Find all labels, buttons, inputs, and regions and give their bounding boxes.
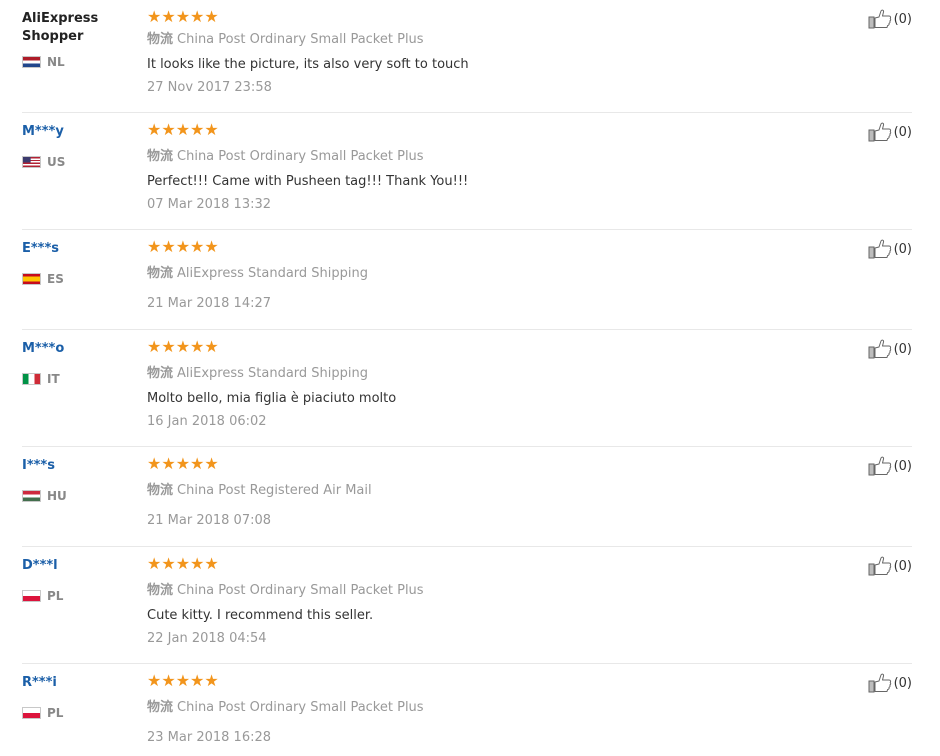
review-text: Molto bello, mia figlia è piaciuto molto bbox=[147, 391, 397, 406]
star-rating: ★★★★★ bbox=[147, 454, 219, 473]
star-rating: ★★★★★ bbox=[147, 237, 219, 256]
helpful-button[interactable]: (0) bbox=[868, 456, 912, 476]
shipping-label: 物流 bbox=[147, 32, 174, 47]
review-text: Cute kitty. I recommend this seller. bbox=[147, 608, 374, 623]
review-item: R***i PL ★★★★★ 物流 China Post Ordinary Small … bbox=[22, 664, 912, 756]
country-flag-icon bbox=[22, 273, 41, 285]
reviewer-country: HU bbox=[22, 489, 67, 503]
country-code: US bbox=[47, 155, 66, 169]
helpful-count: (0) bbox=[893, 241, 912, 257]
helpful-button[interactable]: (0) bbox=[868, 339, 912, 359]
country-flag-icon bbox=[22, 56, 41, 68]
country-code: HU bbox=[47, 489, 67, 503]
reviewer-country: ES bbox=[22, 272, 64, 286]
helpful-button[interactable]: (0) bbox=[868, 673, 912, 693]
shipping-label: 物流 bbox=[147, 583, 174, 598]
shipping-method: 物流 China Post Ordinary Small Packet Plus bbox=[147, 148, 424, 166]
review-date: 23 Mar 2018 16:28 bbox=[147, 730, 272, 745]
shipping-name: China Post Ordinary Small Packet Plus bbox=[177, 700, 424, 715]
thumbs-up-icon[interactable] bbox=[868, 239, 892, 259]
shipping-method: 物流 AliExpress Standard Shipping bbox=[147, 265, 368, 283]
thumbs-up-icon[interactable] bbox=[868, 339, 892, 359]
helpful-count: (0) bbox=[893, 11, 912, 27]
review-date: 22 Jan 2018 04:54 bbox=[147, 631, 267, 646]
star-rating: ★★★★★ bbox=[147, 554, 219, 573]
country-flag-icon bbox=[22, 156, 41, 168]
country-code: NL bbox=[47, 55, 65, 69]
reviewer-name[interactable]: M***y bbox=[22, 123, 132, 141]
thumbs-up-icon[interactable] bbox=[868, 673, 892, 693]
review-date: 16 Jan 2018 06:02 bbox=[147, 414, 267, 429]
shipping-label: 物流 bbox=[147, 149, 174, 164]
shipping-method: 物流 China Post Registered Air Mail bbox=[147, 482, 372, 500]
reviewer-country: NL bbox=[22, 55, 65, 69]
shipping-name: China Post Ordinary Small Packet Plus bbox=[177, 583, 424, 598]
reviewer-name[interactable]: R***i bbox=[22, 674, 132, 692]
star-rating: ★★★★★ bbox=[147, 671, 219, 690]
reviewer-name: AliExpress Shopper bbox=[22, 11, 99, 44]
star-rating: ★★★★★ bbox=[147, 7, 219, 26]
helpful-count: (0) bbox=[893, 558, 912, 574]
country-code: PL bbox=[47, 706, 64, 720]
country-flag-icon bbox=[22, 707, 41, 719]
reviewer-name[interactable]: E***s bbox=[22, 240, 132, 258]
review-item: AliExpress Shopper NL ★★★★★ 物流 China Post Or… bbox=[22, 0, 912, 113]
helpful-count: (0) bbox=[893, 458, 912, 474]
review-item: E***s ES ★★★★★ 物流 AliExpress Standard Shippi… bbox=[22, 230, 912, 330]
helpful-button[interactable]: (0) bbox=[868, 556, 912, 576]
reviewer-country: PL bbox=[22, 706, 63, 720]
shipping-label: 物流 bbox=[147, 700, 174, 715]
thumbs-up-icon[interactable] bbox=[868, 122, 892, 142]
reviewer-name[interactable]: M***o bbox=[22, 340, 132, 358]
helpful-count: (0) bbox=[893, 675, 912, 691]
country-flag-icon bbox=[22, 490, 41, 502]
country-flag-icon bbox=[22, 373, 41, 385]
country-code: ES bbox=[47, 272, 64, 286]
reviewer-country: IT bbox=[22, 372, 60, 386]
review-date: 21 Mar 2018 07:08 bbox=[147, 513, 272, 528]
country-code: IT bbox=[47, 372, 60, 386]
shipping-name: AliExpress Standard Shipping bbox=[177, 266, 369, 281]
feedback-list: AliExpress Shopper NL ★★★★★ 物流 China Post Or… bbox=[0, 0, 940, 756]
thumbs-up-icon[interactable] bbox=[868, 556, 892, 576]
helpful-count: (0) bbox=[893, 341, 912, 357]
review-date: 27 Nov 2017 23:58 bbox=[147, 80, 272, 95]
shipping-name: China Post Ordinary Small Packet Plus bbox=[177, 149, 424, 164]
country-flag-icon bbox=[22, 590, 41, 602]
reviewer-name[interactable]: D***l bbox=[22, 557, 132, 575]
helpful-count: (0) bbox=[893, 124, 912, 140]
review-item: I***s HU ★★★★★ 物流 China Post Registered Air … bbox=[22, 447, 912, 547]
shipping-name: China Post Ordinary Small Packet Plus bbox=[177, 32, 424, 47]
review-date: 21 Mar 2018 14:27 bbox=[147, 296, 272, 311]
review-item: M***y US ★★★★★ 物流 China Post Ordinary Small … bbox=[22, 113, 912, 230]
review-text: It looks like the picture, its also very… bbox=[147, 57, 469, 72]
helpful-button[interactable]: (0) bbox=[868, 9, 912, 29]
reviewer-country: PL bbox=[22, 589, 63, 603]
thumbs-up-icon[interactable] bbox=[868, 9, 892, 29]
shipping-label: 物流 bbox=[147, 366, 174, 381]
shipping-method: 物流 China Post Ordinary Small Packet Plus bbox=[147, 699, 424, 717]
shipping-name: AliExpress Standard Shipping bbox=[177, 366, 369, 381]
thumbs-up-icon[interactable] bbox=[868, 456, 892, 476]
star-rating: ★★★★★ bbox=[147, 337, 219, 356]
reviewer-country: US bbox=[22, 155, 65, 169]
helpful-button[interactable]: (0) bbox=[868, 122, 912, 142]
review-item: M***o IT ★★★★★ 物流 AliExpress Standard Shippi… bbox=[22, 330, 912, 447]
star-rating: ★★★★★ bbox=[147, 120, 219, 139]
shipping-label: 物流 bbox=[147, 483, 174, 498]
shipping-name: China Post Registered Air Mail bbox=[177, 483, 372, 498]
shipping-method: 物流 China Post Ordinary Small Packet Plus bbox=[147, 582, 424, 600]
review-item: D***l PL ★★★★★ 物流 China Post Ordinary Small … bbox=[22, 547, 912, 664]
review-text: Perfect!!! Came with Pusheen tag!!! Than… bbox=[147, 174, 469, 189]
shipping-label: 物流 bbox=[147, 266, 174, 281]
shipping-method: 物流 China Post Ordinary Small Packet Plus bbox=[147, 31, 424, 49]
reviewer-name[interactable]: I***s bbox=[22, 457, 132, 475]
shipping-method: 物流 AliExpress Standard Shipping bbox=[147, 365, 368, 383]
country-code: PL bbox=[47, 589, 64, 603]
review-date: 07 Mar 2018 13:32 bbox=[147, 197, 272, 212]
helpful-button[interactable]: (0) bbox=[868, 239, 912, 259]
